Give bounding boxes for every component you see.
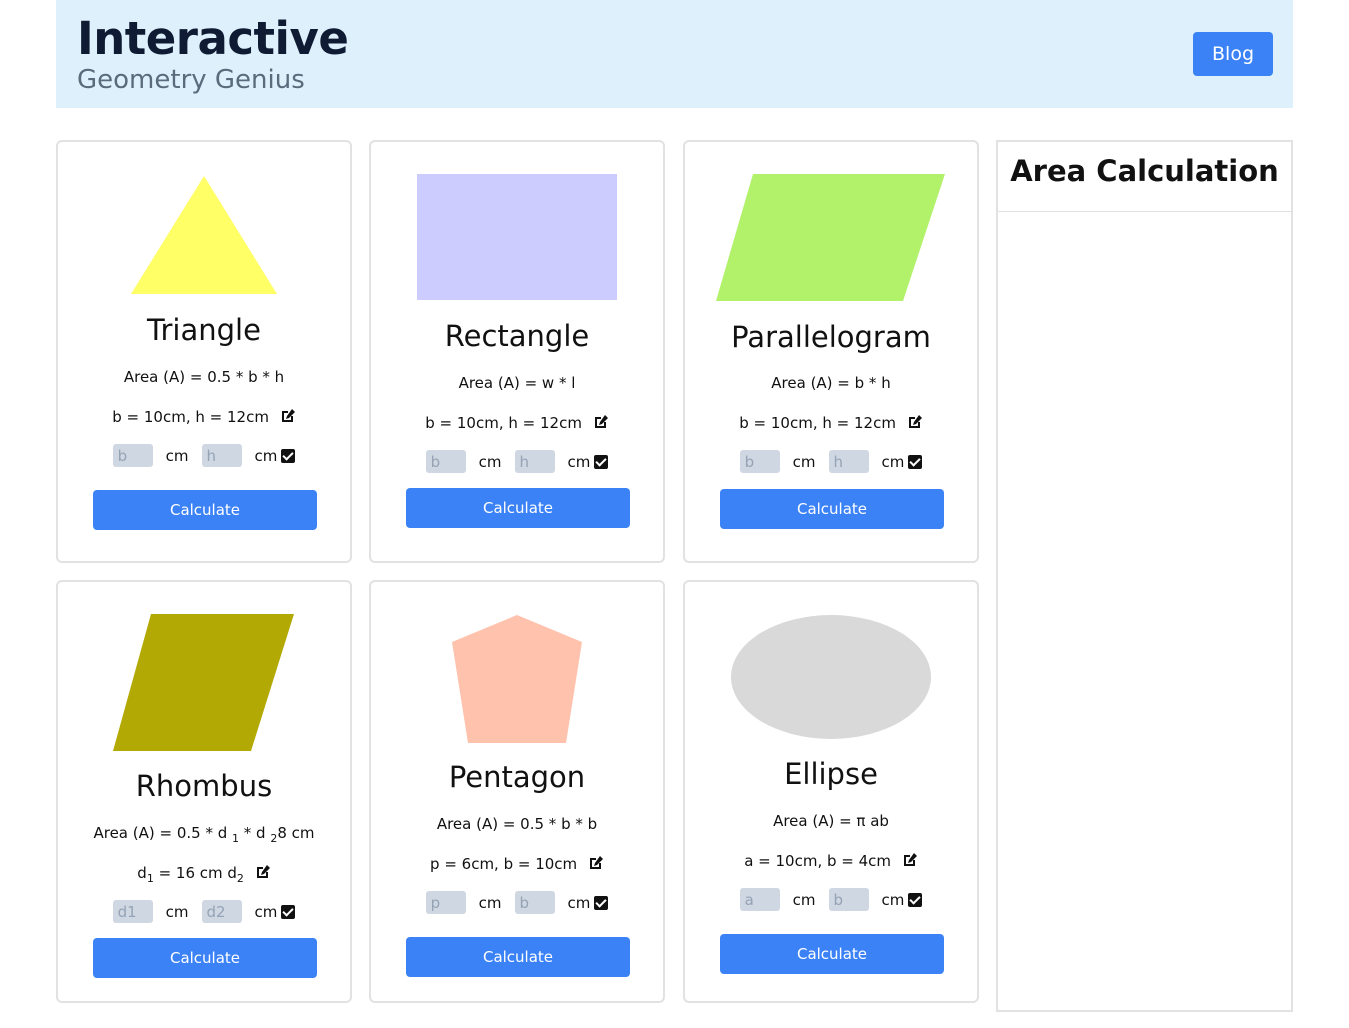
params-text: p = 6cm, b = 10cm [430,855,578,873]
edit-icon[interactable] [255,864,271,880]
calculate-button[interactable]: Calculate [406,488,630,528]
d1-input[interactable] [112,900,153,923]
params-text: a = 10cm, b = 4cm [744,852,892,870]
card-title: Ellipse [784,757,878,791]
inputs-row: cm cm [58,444,350,467]
b-input[interactable] [514,891,555,914]
b-input[interactable] [739,450,780,473]
params-line: a = 10cm, b = 4cm [685,851,977,871]
h-input[interactable] [201,444,242,467]
calculate-button[interactable]: Calculate [720,489,944,529]
checkbox-icon[interactable] [908,892,923,907]
ellipse-shape [731,615,931,739]
b-input[interactable] [112,444,153,467]
calculate-button[interactable]: Calculate [93,490,317,530]
edit-icon[interactable] [907,414,923,430]
params-text: b = 10cm, h = 12cm [112,408,269,426]
calculate-button[interactable]: Calculate [720,934,944,974]
formula-part: * d [239,824,271,842]
card-title: Pentagon [448,760,586,794]
checkbox-icon[interactable] [594,454,609,469]
card-title: Rectangle [444,319,590,353]
unit-label: cm [254,902,278,921]
card-rectangle: Rectangle Area (A) = w * l b = 10cm, h =… [369,140,665,563]
h-input[interactable] [514,450,555,473]
calculate-button[interactable]: Calculate [406,937,630,977]
parallelogram-shape [716,174,945,301]
checkbox-icon[interactable] [281,448,296,463]
checkbox-icon[interactable] [594,895,609,910]
panel-title: Area Calculation [998,142,1291,212]
unit-label: cm [881,890,905,909]
card-parallelogram: Parallelogram Area (A) = b * h b = 10cm,… [683,140,979,563]
params-line: b = 10cm, h = 12cm [685,413,977,433]
formula-subscript: 1 [232,832,240,845]
edit-icon[interactable] [902,852,918,868]
pentagon-shape [452,615,582,743]
inputs-row: cm cm [371,891,663,914]
formula-text: Area (A) = b * h [771,374,891,392]
inputs-row: cm cm [371,450,663,473]
card-triangle: Triangle Area (A) = 0.5 * b * h b = 10cm… [56,140,352,563]
blog-button[interactable]: Blog [1193,32,1273,76]
unit-label: cm [567,893,591,912]
inputs-row: cm cm [685,888,977,911]
header: Interactive Geometry Genius Blog [56,0,1293,108]
params-line: b = 10cm, h = 12cm [371,413,663,433]
unit-label: cm [165,446,189,465]
rectangle-shape [417,174,617,300]
card-rhombus: Rhombus Area (A) = 0.5 * d 1 * d 28 cm d… [56,580,352,1003]
area-calculation-panel: Area Calculation [996,140,1293,1012]
unit-label: cm [567,452,591,471]
edit-icon[interactable] [593,414,609,430]
edit-icon[interactable] [588,855,604,871]
unit-label: cm [165,902,189,921]
unit-label: cm [478,893,502,912]
params-line: p = 6cm, b = 10cm [371,854,663,874]
rhombus-shape [113,614,294,751]
params-text: b = 10cm, h = 12cm [739,414,896,432]
b-input[interactable] [425,450,466,473]
params-subscript: 2 [236,872,244,885]
h-input[interactable] [828,450,869,473]
formula-part: Area (A) = 0.5 * d [93,824,233,842]
card-pentagon: Pentagon Area (A) = 0.5 * b * b p = 6cm,… [369,580,665,1003]
formula-text: Area (A) = π ab [773,812,889,830]
params-line: d1 = 16 cm d2 [58,863,350,889]
card-title: Triangle [147,313,261,347]
calculate-button[interactable]: Calculate [93,938,317,978]
card-ellipse: Ellipse Area (A) = π ab a = 10cm, b = 4c… [683,580,979,1003]
params-subscript: 1 [146,872,154,885]
formula-text: Area (A) = 0.5 * d 1 * d 28 cm [58,823,350,849]
d2-input[interactable] [201,900,242,923]
b-input[interactable] [828,888,869,911]
unit-label: cm [792,890,816,909]
params-part: = 16 cm d [153,864,237,882]
params-line: b = 10cm, h = 12cm [58,407,350,427]
checkbox-icon[interactable] [281,904,296,919]
unit-label: cm [478,452,502,471]
params-part: d [137,864,147,882]
unit-label: cm [881,452,905,471]
formula-text: Area (A) = 0.5 * b * h [123,368,285,386]
brand-title: Interactive [77,12,349,65]
p-input[interactable] [425,891,466,914]
edit-icon[interactable] [280,408,296,424]
card-title: Rhombus [135,769,273,803]
triangle-shape [131,176,277,294]
card-title: Parallelogram [731,320,931,354]
a-input[interactable] [739,888,780,911]
formula-text: Area (A) = 0.5 * b * b [436,815,598,833]
inputs-row: cm cm [58,900,350,923]
formula-part: 8 cm [277,824,315,842]
formula-text: Area (A) = w * l [458,374,576,392]
checkbox-icon[interactable] [908,454,923,469]
unit-label: cm [792,452,816,471]
brand-subtitle: Geometry Genius [77,65,305,95]
unit-label: cm [254,446,278,465]
params-text: b = 10cm, h = 12cm [425,414,582,432]
inputs-row: cm cm [685,450,977,473]
